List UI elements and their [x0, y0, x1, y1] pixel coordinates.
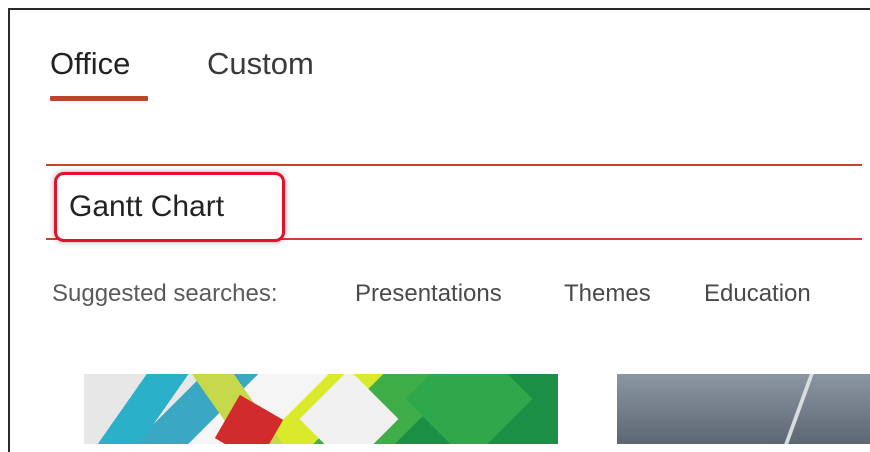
thumbnail-shape — [299, 374, 399, 444]
suggested-education-link[interactable]: Education — [704, 280, 811, 308]
suggested-presentations-link[interactable]: Presentations — [355, 280, 502, 308]
thumbnail-shape — [784, 374, 814, 444]
tab-custom[interactable]: Custom — [207, 46, 314, 82]
suggested-themes-link[interactable]: Themes — [564, 280, 651, 308]
thumbnail-shape — [214, 394, 284, 444]
suggested-searches-label: Suggested searches: — [52, 280, 278, 307]
search-input[interactable] — [54, 172, 285, 242]
tab-office[interactable]: Office — [50, 46, 130, 82]
active-tab-indicator — [50, 96, 148, 101]
thumbnail-shape — [405, 374, 533, 444]
template-thumbnail[interactable] — [84, 374, 558, 444]
template-thumbnail[interactable] — [617, 374, 870, 444]
